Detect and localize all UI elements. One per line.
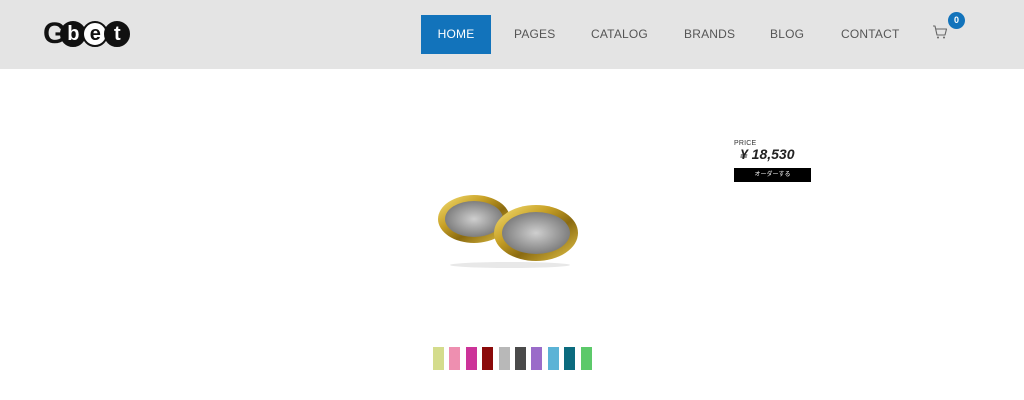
cart-icon[interactable] — [932, 24, 948, 40]
swatch-dark-red[interactable] — [482, 347, 494, 370]
nav-blog[interactable]: BLOG — [770, 15, 804, 54]
nav-brands[interactable]: BRANDS — [684, 15, 735, 54]
swatch-sky-blue[interactable] — [547, 347, 559, 370]
cart-count-badge: 0 — [948, 12, 965, 29]
order-button[interactable]: オーダーする — [734, 168, 811, 182]
nav-catalog[interactable]: CATALOG — [591, 15, 648, 54]
swatch-pink[interactable] — [449, 347, 461, 370]
logo[interactable]: G b e t — [43, 18, 131, 50]
price-value: ¥ 18,530 — [740, 146, 795, 162]
swatch-green[interactable] — [580, 347, 592, 370]
nav-home[interactable]: HOME — [421, 15, 491, 54]
gold-rings-image — [438, 195, 578, 268]
swatch-purple[interactable] — [531, 347, 543, 370]
swatch-light-gray[interactable] — [498, 347, 510, 370]
swatch-dark-gray[interactable] — [514, 347, 526, 370]
color-swatches — [433, 347, 597, 370]
swatch-teal[interactable] — [564, 347, 576, 370]
header: G b e t HOME PAGES CATALOG BRANDS BLOG C… — [0, 0, 1024, 69]
swatch-lime[interactable] — [433, 347, 444, 370]
nav-pages[interactable]: PAGES — [514, 15, 555, 54]
nav-contact[interactable]: CONTACT — [841, 15, 900, 54]
logo-letter-t: t — [104, 21, 131, 47]
swatch-magenta[interactable] — [465, 347, 477, 370]
